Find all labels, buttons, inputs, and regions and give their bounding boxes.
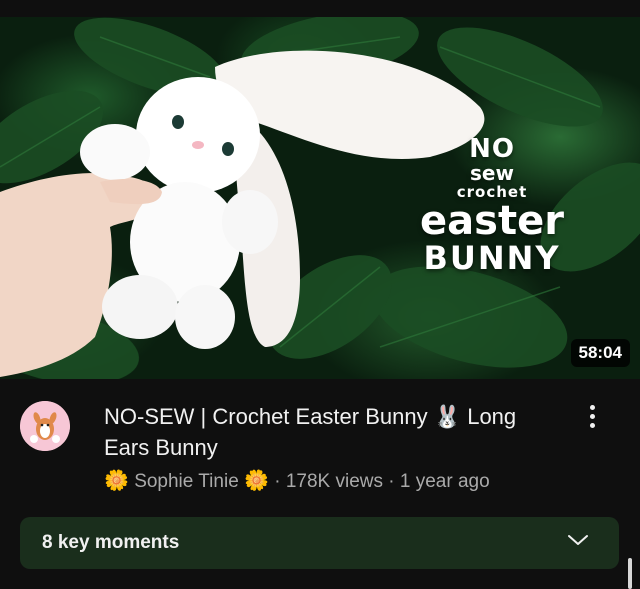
more-options-icon[interactable]	[582, 401, 602, 437]
avatar-image	[20, 401, 70, 451]
title-art-line5: BUNNY	[423, 239, 561, 277]
chevron-down-icon	[568, 535, 588, 545]
thumbnail-title-art: NO sew crochet easter BUNNY	[392, 135, 592, 275]
video-stats: · 178K views · 1 year ago	[274, 471, 490, 492]
flower-icon: 🌼	[244, 470, 269, 492]
scrollbar[interactable]	[628, 558, 632, 589]
title-art-line4: easter	[420, 198, 564, 244]
video-info: 🌼 Sophie Tinie 🌼 · 178K views · 1 year a…	[104, 468, 490, 493]
title-art-line2: sew	[470, 161, 514, 185]
key-moments-button[interactable]: 8 key moments	[20, 517, 619, 569]
duration-badge: 58:04	[570, 339, 630, 367]
channel-name[interactable]: Sophie Tinie	[134, 471, 239, 492]
title-art-line1: NO	[469, 134, 515, 164]
video-meta: NO-SEW | Crochet Easter Bunny 🐰 Long Ear…	[0, 379, 640, 509]
channel-avatar[interactable]	[20, 401, 70, 451]
video-thumbnail[interactable]: NO sew crochet easter BUNNY 58:04	[0, 17, 640, 379]
key-moments-label: 8 key moments	[42, 532, 180, 553]
video-title[interactable]: NO-SEW | Crochet Easter Bunny 🐰 Long Ear…	[104, 401, 544, 463]
flower-icon: 🌼	[104, 470, 129, 492]
